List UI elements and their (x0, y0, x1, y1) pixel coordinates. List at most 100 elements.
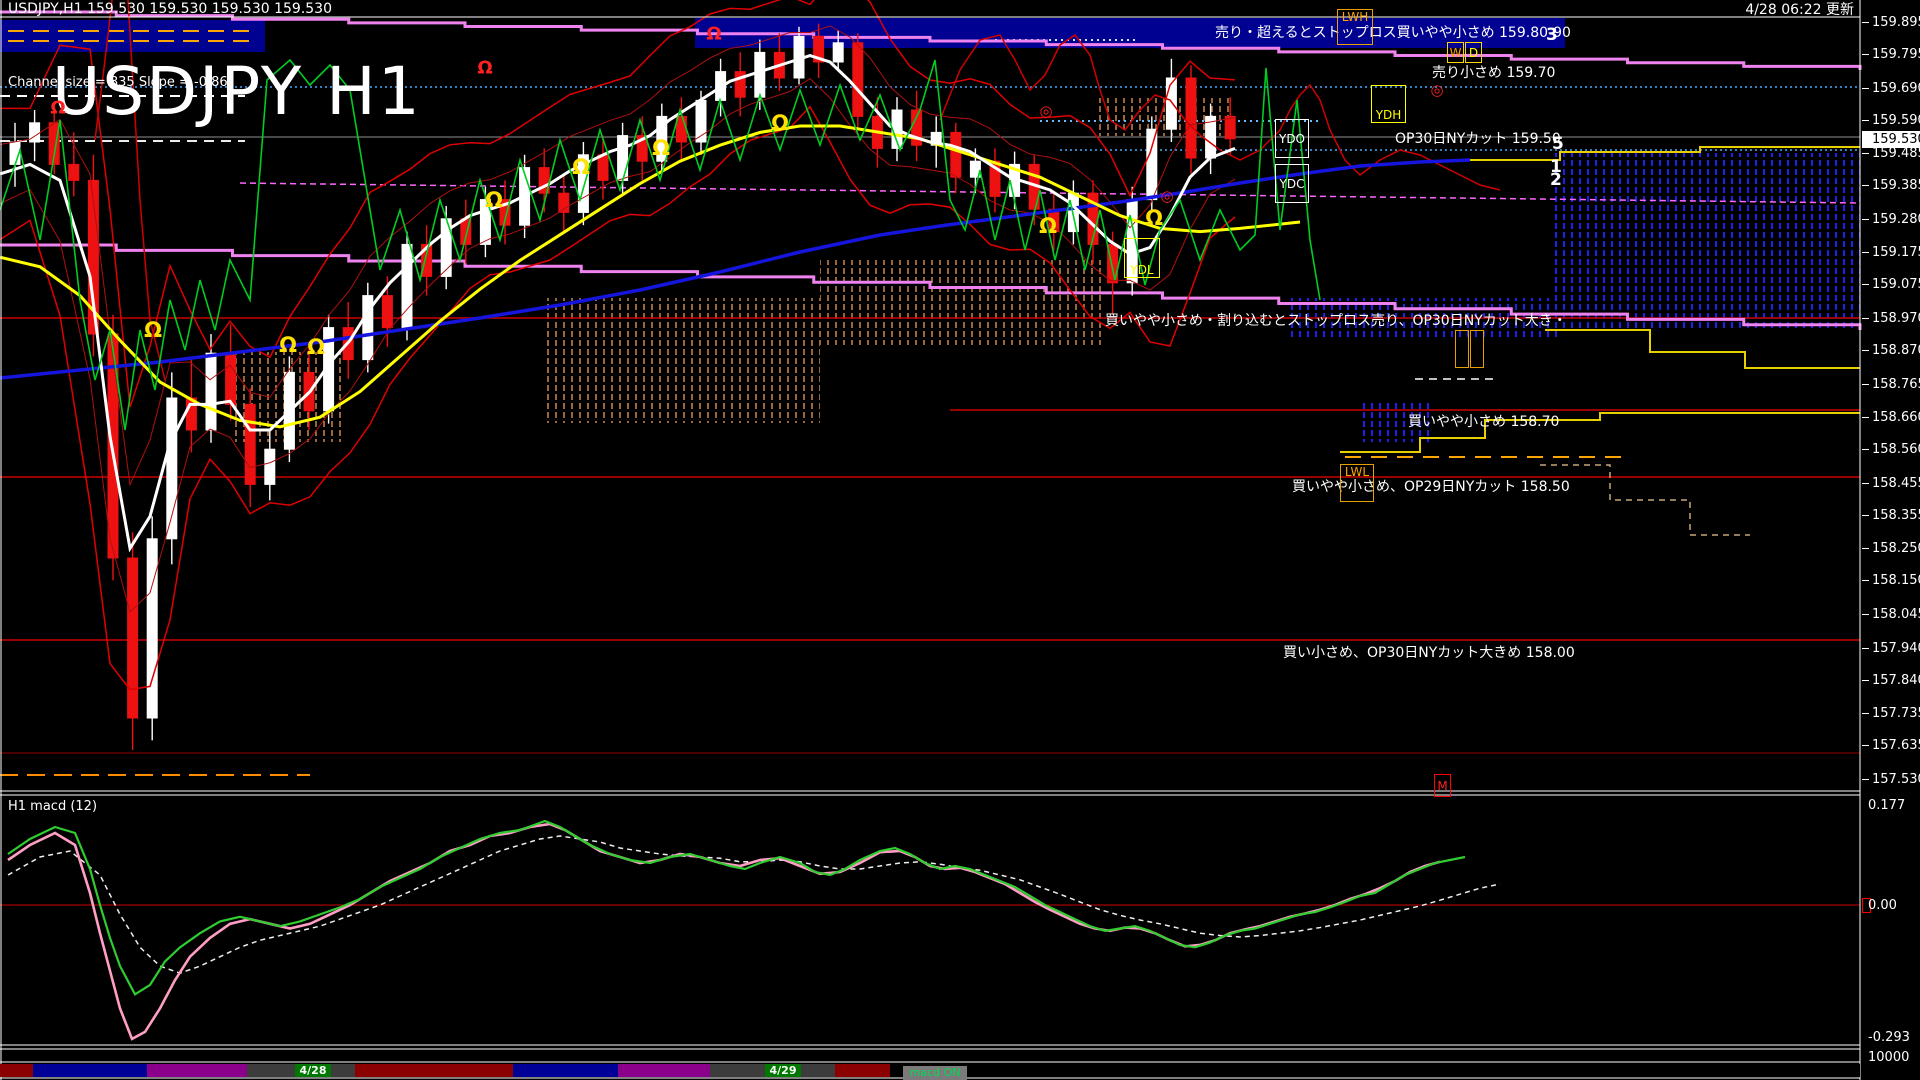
price-tick-label: 158.660 (1872, 410, 1920, 425)
signal-omega-red-icon: Ω (50, 98, 65, 119)
axis-tick-mark (1862, 548, 1869, 549)
axis-tick-mark (1862, 120, 1869, 121)
symbol-watermark: USDJPY H1 (52, 56, 422, 129)
news-banner (0, 20, 265, 52)
price-tick-label: 158.355 (1872, 508, 1920, 523)
session-segment (513, 1064, 618, 1077)
date-label: 4/29 (765, 1064, 801, 1077)
chart-object-box-d: D (1465, 42, 1482, 63)
macd-toggle-button[interactable]: macd ON (903, 1066, 967, 1080)
session-segment (33, 1064, 147, 1077)
price-tick-label: 158.970 (1872, 311, 1920, 326)
annotation-text: 売り小さめ 159.70 (1432, 62, 1555, 82)
candle-body (265, 449, 275, 484)
signal-omega-red-icon: Ω (706, 24, 721, 45)
signal-omega-icon: Ω (771, 111, 789, 135)
signal-omega-icon: Ω (1145, 206, 1163, 230)
session-segment (835, 1064, 890, 1077)
price-tick-label: 157.530 (1872, 772, 1920, 787)
date-label: 4/28 (295, 1064, 331, 1077)
axis-tick-mark (1862, 449, 1869, 450)
annotation-text: 買い小さめ、OP30日NYカット大きめ 158.00 (1283, 642, 1575, 662)
price-axis[interactable]: 159.530 10000 159.895159.795159.690159.5… (1862, 0, 1920, 1080)
macd-tick-label: 0.00 (1868, 898, 1897, 913)
price-tick-label: 159.280 (1872, 212, 1920, 227)
price-tick-label: 158.560 (1872, 442, 1920, 457)
signal-circle-icon: ◎ (1430, 81, 1443, 99)
candle-body (1225, 116, 1235, 138)
session-segment (147, 1064, 247, 1077)
yellow-step-line (1545, 330, 1860, 368)
annotation-text: 買いやや小さめ 158.70 (1408, 411, 1559, 431)
price-tick-label: 157.840 (1872, 673, 1920, 688)
axis-tick-mark (1862, 88, 1869, 89)
macd-pink-line (8, 824, 1440, 1039)
axis-tick-mark (1862, 284, 1869, 285)
candle-body (833, 43, 843, 62)
price-tick-label: 158.765 (1872, 377, 1920, 392)
price-tick-label: 159.690 (1872, 81, 1920, 96)
axis-tick-mark (1862, 483, 1869, 484)
candle-body (30, 123, 40, 142)
axis-tick-mark (1862, 648, 1869, 649)
price-tick-label: 157.735 (1872, 706, 1920, 721)
signal-circle-icon: ◎ (1160, 187, 1173, 205)
ichimoku-cloud-orange (820, 260, 1105, 345)
axis-tick-mark (1862, 185, 1869, 186)
candle-body (69, 164, 79, 180)
chart-object-box-ydh: YDH (1371, 85, 1406, 123)
candle-body (951, 132, 961, 177)
chart-canvas[interactable] (0, 0, 1920, 1080)
annotation-text: 売り・超えるとストップロス買いやや小さめ 159.80-90 (1215, 22, 1571, 42)
axis-tick-mark (1862, 22, 1869, 23)
axis-tick-mark (1862, 779, 1869, 780)
axis-tick-mark (1862, 515, 1869, 516)
price-tick-label: 159.075 (1872, 277, 1920, 292)
signal-omega-icon: Ω (307, 335, 325, 359)
session-segment (355, 1064, 513, 1077)
price-tick-label: 157.940 (1872, 641, 1920, 656)
wave-count-number: 2 (1550, 170, 1562, 190)
candle-body (147, 539, 157, 718)
chart-object-box-ydl: YDL (1124, 238, 1160, 278)
candle-body (128, 558, 138, 718)
price-tick-label: 157.635 (1872, 738, 1920, 753)
volume-scale-label: 10000 (1868, 1050, 1909, 1065)
chart-object-box (1470, 330, 1484, 368)
axis-tick-mark (1862, 417, 1869, 418)
macd-indicator-label: H1 macd (12) (8, 800, 97, 814)
signal-omega-icon: Ω (144, 318, 162, 342)
chart-object-box-ydo: YDO (1275, 119, 1309, 158)
macd-green-line (8, 821, 1465, 994)
axis-tick-mark (1862, 745, 1869, 746)
candle-body (755, 52, 765, 97)
price-tick-label: 158.150 (1872, 573, 1920, 588)
session-segment (618, 1064, 710, 1077)
wave-count-number: 5 (1552, 134, 1564, 154)
candle-body (853, 43, 863, 117)
annotation-text: 買いやや小さめ・割り込むとストップロス売り、OP30日NYカット大き・ (1105, 310, 1567, 330)
candle-body (618, 136, 628, 181)
macd-tick-label: 0.177 (1868, 798, 1905, 813)
axis-tick-mark (1862, 350, 1869, 351)
price-tick-label: 159.590 (1872, 113, 1920, 128)
signal-omega-red-icon: Ω (477, 58, 492, 79)
annotation-text: 買いやや小さめ、OP29日NYカット 158.50 (1292, 476, 1570, 496)
signal-omega-icon: Ω (652, 136, 670, 160)
candle-body (1147, 129, 1157, 199)
candle-body (245, 404, 255, 484)
price-tick-label: 159.795 (1872, 47, 1920, 62)
chart-object-box-w: W (1447, 42, 1464, 63)
signal-circle-icon: ◎ (1039, 102, 1052, 120)
price-tick-label: 158.455 (1872, 476, 1920, 491)
session-segment (0, 1064, 33, 1077)
channel-info-label: Channel size = 835 Slope = -0.86 (8, 76, 228, 90)
annotation-text: OP30日NYカット 159.50 (1395, 128, 1561, 148)
candle-body (206, 353, 216, 430)
trading-chart-window: USDJPY,H1 159.530 159.530 159.530 159.53… (0, 0, 1920, 1080)
price-tick-label: 159.385 (1872, 178, 1920, 193)
candle-body (226, 353, 236, 404)
chart-object-box-m: M (1434, 774, 1451, 797)
axis-tick-mark (1862, 219, 1869, 220)
signal-omega-icon: Ω (279, 333, 297, 357)
